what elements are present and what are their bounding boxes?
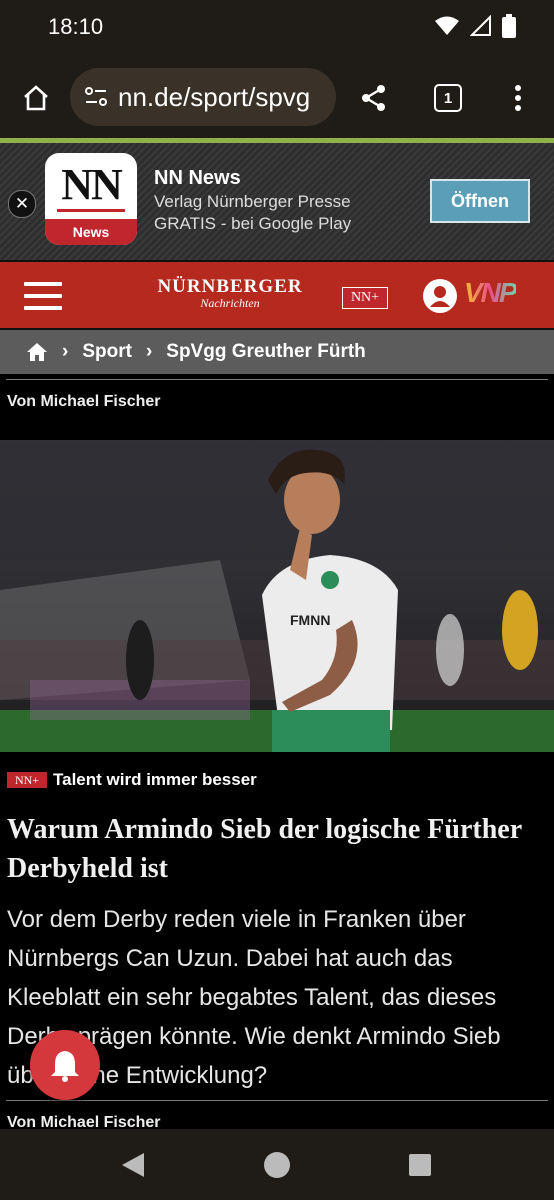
app-install-banner: ✕ NN News NN News Verlag Nürnberger Pres…	[0, 143, 554, 260]
app-icon-text: NN	[61, 160, 123, 209]
app-icon-band: News	[45, 219, 137, 245]
article-photo[interactable]: FMNN	[0, 440, 554, 752]
divider	[6, 1100, 548, 1101]
hamburger-menu-button[interactable]	[24, 282, 62, 310]
chevron-right-icon: ›	[145, 341, 153, 362]
article-teaser: Von Michael Fischer FMNN NN+ Talent wird…	[0, 374, 554, 1129]
back-icon[interactable]	[120, 1151, 146, 1179]
author-byline: Von Michael Fischer	[7, 393, 161, 410]
wifi-icon	[435, 16, 459, 35]
bell-icon	[51, 1051, 79, 1082]
address-bar[interactable]: nn.de/sport/spvg	[70, 68, 336, 126]
clock: 18:10	[48, 14, 104, 39]
share-icon	[362, 85, 385, 111]
menu-dots-icon	[515, 85, 521, 111]
home-icon	[24, 85, 48, 111]
close-icon: ✕	[14, 194, 30, 213]
close-banner-button[interactable]: ✕	[8, 190, 36, 218]
status-icons	[434, 14, 516, 38]
jersey-sponsor: FMNN	[290, 612, 330, 628]
user-icon	[430, 286, 450, 307]
logo-line2: Nachrichten	[200, 296, 260, 310]
article-headline[interactable]: Warum Armindo Sieb der logische Fürther …	[7, 810, 547, 888]
home-circle-icon[interactable]	[263, 1151, 291, 1179]
app-icon: NN News	[45, 153, 137, 245]
menu-button[interactable]	[496, 76, 540, 120]
logo-line1: NÜRNBERGER	[157, 276, 303, 297]
share-button[interactable]	[352, 76, 396, 120]
app-publisher: Verlag Nürnberger Presse	[154, 192, 351, 211]
site-settings-icon[interactable]	[84, 86, 108, 108]
system-nav-bar	[0, 1129, 554, 1200]
breadcrumb: › Sport › SpVgg Greuther Fürth	[0, 330, 554, 374]
tab-count: 1	[434, 84, 462, 112]
vnp-logo[interactable]: VNP	[464, 277, 518, 309]
browser-toolbar: nn.de/sport/spvg 1	[0, 56, 554, 140]
breadcrumb-item-spvgg[interactable]: SpVgg Greuther Fürth	[166, 341, 366, 363]
notification-bell-button[interactable]	[30, 1030, 100, 1100]
kicker: NN+ Talent wird immer besser	[7, 770, 257, 790]
chevron-right-icon: ›	[62, 341, 69, 362]
tabs-button[interactable]: 1	[426, 76, 470, 120]
nnplus-tag: NN+	[7, 772, 47, 788]
status-bar: 18:10	[0, 0, 554, 56]
nnplus-badge[interactable]: NN+	[342, 287, 388, 309]
divider	[6, 379, 548, 380]
signal-icon	[470, 15, 491, 36]
app-subtitle: GRATIS - bei Google Play	[154, 214, 352, 233]
app-details: Verlag Nürnberger Presse GRATIS - bei Go…	[154, 191, 351, 235]
url-text: nn.de/sport/spvg	[118, 81, 311, 112]
breadcrumb-item-sport[interactable]: Sport	[82, 341, 132, 363]
recents-icon[interactable]	[408, 1153, 432, 1177]
app-icon-rule	[57, 209, 125, 212]
home-icon[interactable]	[26, 342, 48, 362]
site-logo[interactable]: NÜRNBERGER Nachrichten	[152, 276, 308, 311]
kicker-text: Talent wird immer besser	[53, 770, 257, 789]
home-button[interactable]	[14, 76, 58, 120]
open-app-button[interactable]: Öffnen	[430, 179, 530, 223]
battery-icon	[502, 14, 516, 38]
player-photo: FMNN	[0, 440, 554, 752]
user-account-button[interactable]	[423, 279, 457, 313]
author-byline: Von Michael Fischer	[7, 1114, 161, 1129]
app-name: NN News	[154, 167, 241, 189]
